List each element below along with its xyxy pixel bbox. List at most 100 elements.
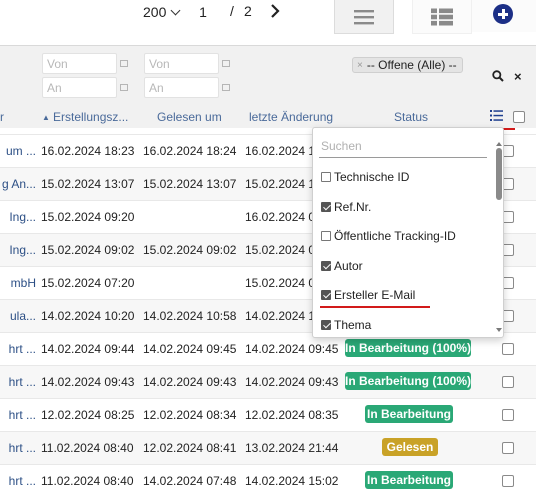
row-changed-cell: 14.02.2024 1	[245, 309, 316, 323]
row-lead-cell[interactable]: um ...	[0, 144, 36, 158]
column-option-label: Autor	[334, 258, 363, 273]
column-option-checkbox[interactable]	[321, 290, 331, 300]
read-to-input[interactable]	[144, 77, 219, 98]
status-filter-tag[interactable]: × -- Offene (Alle) --	[352, 57, 463, 73]
annotation-underline	[320, 306, 430, 308]
created-to-input[interactable]	[42, 77, 117, 98]
row-lead-cell[interactable]: g An...	[0, 177, 36, 191]
table-row[interactable]: hrt ... 11.02.2024 08:40 14.02.2024 07:48 1…	[0, 464, 536, 497]
column-chooser-icon[interactable]	[490, 110, 503, 121]
row-read-cell: 15.02.2024 09:02	[143, 243, 237, 257]
column-option-label: Ref.Nr.	[334, 199, 372, 214]
row-checkbox[interactable]	[502, 343, 514, 355]
column-option-checkbox[interactable]	[321, 319, 331, 330]
row-lead-cell[interactable]: mbH	[0, 276, 36, 290]
column-option[interactable]: Ersteller E-Mail	[321, 286, 415, 304]
column-option-checkbox[interactable]	[321, 172, 331, 182]
scrollbar-thumb[interactable]	[496, 148, 502, 200]
grid-view-button[interactable]	[412, 0, 472, 34]
list-view-icon	[354, 9, 374, 24]
total-pages: 2	[244, 3, 252, 19]
calendar-icon[interactable]	[222, 84, 230, 91]
dropdown-scrollbar[interactable]	[495, 142, 503, 332]
column-option[interactable]: Autor	[321, 257, 363, 275]
row-created-cell: 14.02.2024 10:20	[41, 309, 135, 323]
column-option-label: Thema	[334, 317, 372, 332]
row-changed-cell: 14.02.2024 09:43	[245, 375, 339, 389]
column-option-label: Technische ID	[334, 170, 410, 184]
tag-remove-icon[interactable]: ×	[357, 60, 363, 71]
status-badge: In Bearbeitung (100%)	[344, 372, 472, 390]
row-changed-cell: 16.02.2024 1	[245, 144, 316, 158]
row-checkbox[interactable]	[502, 442, 514, 454]
row-created-cell: 11.02.2024 08:40	[41, 441, 134, 455]
page-size-value: 200	[143, 4, 167, 20]
row-read-cell: 16.02.2024 18:24	[143, 144, 237, 158]
calendar-icon[interactable]	[120, 60, 128, 67]
status-badge: In Bearbeitung	[365, 405, 453, 423]
row-lead-cell[interactable]: hrt ...	[0, 441, 36, 455]
status-filter-label: -- Offene (Alle) --	[366, 58, 457, 72]
row-lead-cell[interactable]: Ing...	[0, 243, 36, 257]
current-page-input[interactable]	[186, 1, 220, 23]
column-option[interactable]: Ref.Nr.	[321, 198, 371, 216]
sort-asc-icon: ▲	[42, 113, 50, 122]
table-row[interactable]: hrt ... 11.02.2024 08:40 12.02.2024 08:41 1…	[0, 431, 536, 464]
row-created-cell: 15.02.2024 09:02	[41, 243, 135, 257]
plus-circle-icon	[493, 4, 513, 24]
row-read-cell: 14.02.2024 10:58	[143, 309, 237, 323]
column-header-created[interactable]: Erstellungsz...	[53, 110, 128, 124]
search-icon[interactable]	[492, 70, 504, 82]
column-option[interactable]: Öffentliche Tracking-ID	[321, 227, 456, 245]
column-header-changed[interactable]: letzte Änderung	[249, 110, 333, 124]
status-badge: Gelesen	[382, 438, 438, 456]
row-read-cell: 15.02.2024 13:07	[143, 177, 237, 191]
column-option[interactable]: Thema	[321, 316, 371, 334]
table-row[interactable]: hrt ... 14.02.2024 09:43 14.02.2024 09:43 1…	[0, 365, 536, 398]
list-view-button[interactable]	[334, 0, 394, 34]
scroll-up-icon[interactable]	[496, 142, 502, 146]
row-lead-cell[interactable]: hrt ...	[0, 342, 36, 356]
column-search-input[interactable]	[319, 134, 487, 158]
row-lead-cell[interactable]: Ing...	[0, 210, 36, 224]
row-created-cell: 14.02.2024 09:44	[41, 342, 135, 356]
row-read-cell: 14.02.2024 07:48	[143, 474, 237, 488]
row-lead-cell[interactable]: hrt ...	[0, 375, 36, 389]
row-created-cell: 15.02.2024 09:20	[41, 210, 135, 224]
row-created-cell: 15.02.2024 13:07	[41, 177, 135, 191]
select-all-checkbox[interactable]	[513, 111, 525, 123]
created-from-input[interactable]	[42, 53, 117, 74]
add-button[interactable]	[472, 0, 536, 32]
row-read-cell: 14.02.2024 09:45	[143, 342, 237, 356]
row-lead-cell[interactable]: hrt ...	[0, 474, 36, 488]
column-header-lead[interactable]: r	[0, 110, 4, 124]
row-checkbox[interactable]	[502, 475, 514, 487]
table-row[interactable]: hrt ... 12.02.2024 08:25 12.02.2024 08:34 1…	[0, 398, 536, 431]
row-checkbox[interactable]	[502, 409, 514, 421]
column-option-label: Ersteller E-Mail	[334, 288, 416, 302]
row-lead-cell[interactable]: ula...	[0, 309, 36, 323]
calendar-icon[interactable]	[120, 84, 128, 91]
row-changed-cell: 13.02.2024 21:44	[245, 441, 339, 455]
column-option-checkbox[interactable]	[321, 260, 331, 271]
next-page-icon[interactable]	[268, 3, 282, 19]
row-created-cell: 11.02.2024 08:40	[41, 474, 134, 488]
calendar-icon[interactable]	[222, 60, 230, 67]
column-option[interactable]: Technische ID	[321, 168, 409, 186]
scroll-down-icon[interactable]	[496, 328, 502, 332]
row-changed-cell: 14.02.2024 15:02	[245, 474, 339, 488]
column-option-checkbox[interactable]	[321, 201, 331, 212]
row-lead-cell[interactable]: hrt ...	[0, 408, 36, 422]
page-size-select[interactable]: 200	[143, 2, 181, 22]
column-header-read[interactable]: Gelesen um	[157, 110, 222, 124]
row-checkbox[interactable]	[502, 376, 514, 388]
status-badge: In Bearbeitung	[365, 471, 453, 489]
row-changed-cell: 14.02.2024 09:45	[245, 342, 339, 356]
row-changed-cell: 16.02.2024 0	[245, 210, 316, 224]
clear-filter-icon[interactable]: ×	[514, 69, 522, 84]
page-separator: /	[230, 3, 234, 19]
row-changed-cell: 12.02.2024 08:35	[245, 408, 339, 422]
read-from-input[interactable]	[144, 53, 219, 74]
column-header-status[interactable]: Status	[394, 110, 428, 124]
column-option-checkbox[interactable]	[321, 231, 331, 241]
